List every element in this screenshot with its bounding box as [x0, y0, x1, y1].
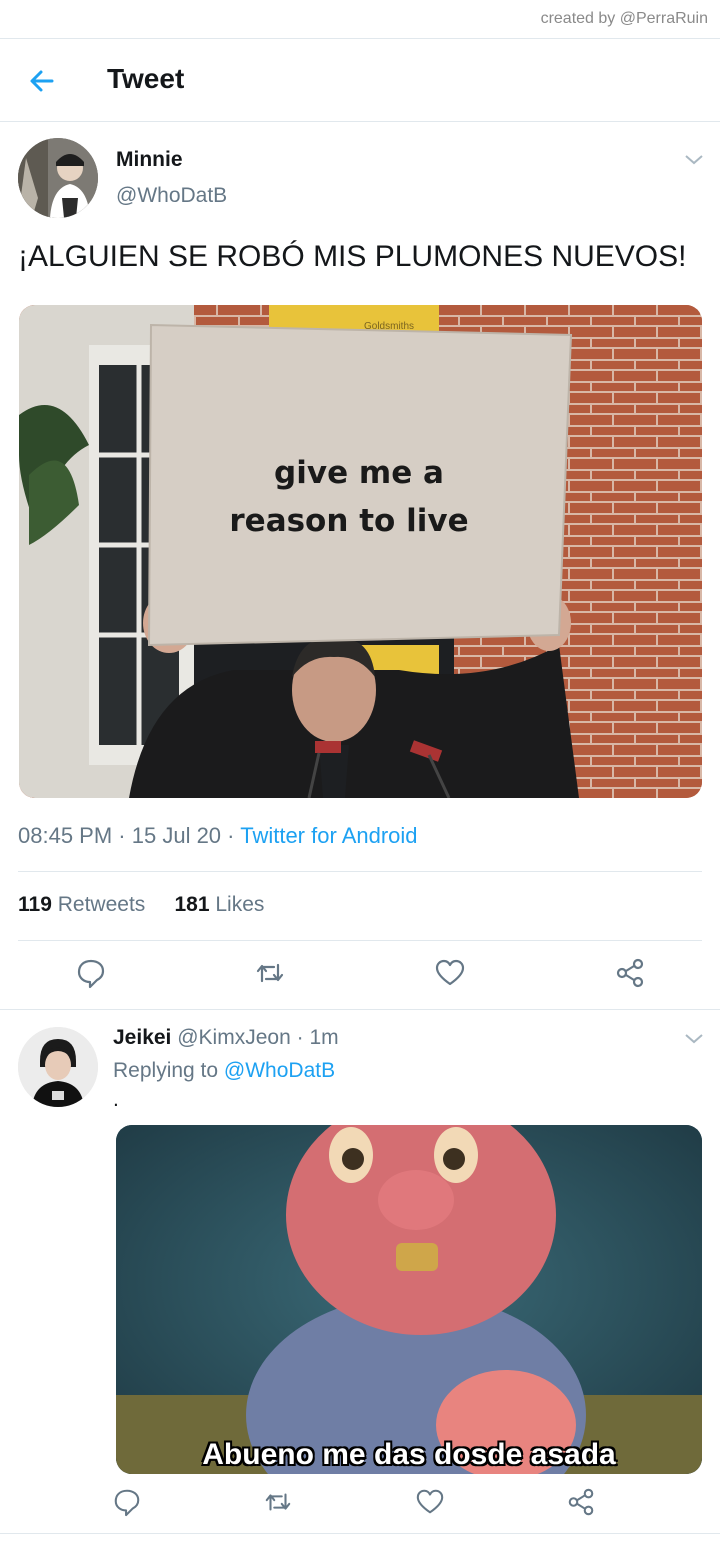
divider [18, 940, 702, 941]
like-heart-icon[interactable] [434, 957, 466, 989]
replying-prefix: Replying to [113, 1059, 219, 1082]
retweets-label: Retweets [57, 893, 146, 916]
image-caption: Abueno me das dosde asada [202, 1438, 616, 1471]
tweet-date: 15 Jul 20 [131, 823, 222, 848]
arrow-left-icon[interactable] [24, 63, 60, 99]
tweet-source-link[interactable]: Twitter for Android [240, 823, 417, 848]
divider [0, 1009, 720, 1010]
share-icon[interactable] [566, 1487, 596, 1517]
like-heart-icon[interactable] [415, 1487, 445, 1517]
meta-separator: · [290, 1026, 310, 1049]
tweet-meta: 08:45 PM · 15 Jul 20 · Twitter for Andro… [18, 823, 418, 849]
sign-line-2: reason to live [229, 503, 468, 539]
likes-stat[interactable]: 181 Likes [174, 893, 264, 916]
retweets-stat[interactable]: 119 Retweets [18, 893, 145, 916]
watermark-text: created by @PerraRuin [540, 10, 708, 27]
divider [18, 871, 702, 872]
retweets-count: 119 [18, 893, 52, 916]
retweet-icon[interactable] [263, 1487, 293, 1517]
likes-count: 181 [174, 893, 210, 916]
chevron-down-icon[interactable] [682, 148, 706, 172]
author-name[interactable]: Minnie [116, 148, 183, 172]
reply-text: . [113, 1088, 119, 1111]
reply-avatar[interactable] [18, 1027, 98, 1107]
meta-separator: · [118, 823, 132, 848]
retweet-icon[interactable] [254, 957, 286, 989]
tweet-stats: 119 Retweets 181 Likes [18, 893, 264, 917]
reply-time: 1m [309, 1026, 339, 1049]
page-title: Tweet [107, 63, 185, 94]
tweet-image[interactable]: Goldsmiths ON give me a reason to live [19, 305, 702, 798]
reply-image[interactable]: Abueno me das dosde asada [116, 1125, 702, 1474]
avatar[interactable] [18, 138, 98, 218]
reply-header: Jeikei @KimxJeon · 1m [113, 1026, 339, 1050]
chevron-down-icon[interactable] [682, 1027, 706, 1051]
reply-author-name[interactable]: Jeikei [113, 1026, 171, 1049]
tweet-text: ¡ALGUIEN SE ROBÓ MIS PLUMONES NUEVOS! [18, 240, 687, 273]
replying-to: Replying to @WhoDatB [113, 1059, 335, 1083]
header-bar: Tweet [0, 38, 720, 122]
replying-to-link[interactable]: @WhoDatB [224, 1059, 335, 1082]
sign-line-1: give me a [274, 455, 444, 491]
meta-separator: · [227, 823, 241, 848]
share-icon[interactable] [614, 957, 646, 989]
reply-icon[interactable] [75, 957, 107, 989]
reply-author-handle[interactable]: @KimxJeon [177, 1026, 291, 1049]
tweet-time: 08:45 PM [18, 823, 113, 848]
likes-label: Likes [215, 893, 265, 916]
divider [0, 1533, 720, 1534]
reply-icon[interactable] [112, 1487, 142, 1517]
author-handle[interactable]: @WhoDatB [116, 184, 227, 208]
